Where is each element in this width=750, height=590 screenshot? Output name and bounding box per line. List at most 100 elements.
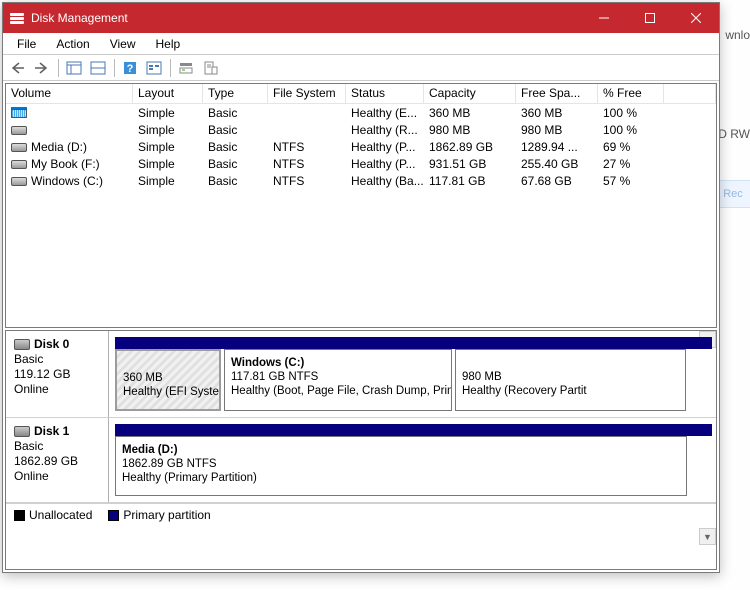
cell-layout: Simple bbox=[133, 123, 203, 137]
disk-label[interactable]: Disk 0 Basic 119.12 GB Online bbox=[6, 331, 109, 417]
disk-label[interactable]: Disk 1 Basic 1862.89 GB Online bbox=[6, 418, 109, 502]
cell-pct-free: 100 % bbox=[598, 106, 664, 120]
cell-pct-free: 100 % bbox=[598, 123, 664, 137]
maximize-button[interactable] bbox=[627, 3, 673, 33]
disk-partitions: 360 MBHealthy (EFI SystemWindows (C:)117… bbox=[109, 331, 716, 417]
cell-status: Healthy (P... bbox=[346, 140, 424, 154]
column-header-layout[interactable]: Layout bbox=[133, 84, 203, 104]
column-headers: VolumeLayoutTypeFile SystemStatusCapacit… bbox=[6, 84, 716, 104]
refresh-icon[interactable] bbox=[143, 57, 165, 79]
disk-icon bbox=[11, 124, 27, 135]
disk-icon bbox=[14, 339, 30, 350]
partition-size: 980 MB bbox=[462, 370, 679, 384]
column-header-capacity[interactable]: Capacity bbox=[424, 84, 516, 104]
cell-free: 255.40 GB bbox=[516, 157, 598, 171]
partition-detail: Healthy (Recovery Partit bbox=[462, 384, 679, 398]
volume-row[interactable]: Windows (C:)SimpleBasicNTFSHealthy (Ba..… bbox=[6, 172, 716, 189]
column-header-file-system[interactable]: File System bbox=[268, 84, 346, 104]
partition-color-bar bbox=[115, 337, 712, 349]
legend-label: Unallocated bbox=[29, 508, 92, 522]
column-header--free[interactable]: % Free bbox=[598, 84, 664, 104]
disk-name: Disk 0 bbox=[34, 337, 69, 351]
scroll-down-button[interactable]: ▼ bbox=[699, 528, 716, 545]
disk-icon bbox=[11, 175, 27, 186]
cell-capacity: 360 MB bbox=[424, 106, 516, 120]
cell-layout: Simple bbox=[133, 157, 203, 171]
toolbar-separator bbox=[167, 57, 173, 79]
cell-free: 1289.94 ... bbox=[516, 140, 598, 154]
cell-capacity: 931.51 GB bbox=[424, 157, 516, 171]
pane-layout1-icon[interactable] bbox=[63, 57, 85, 79]
cell-status: Healthy (P... bbox=[346, 157, 424, 171]
legend: Unallocated Primary partition bbox=[6, 503, 716, 525]
cell-pct-free: 57 % bbox=[598, 174, 664, 188]
legend-item: Unallocated bbox=[14, 508, 92, 522]
cell-capacity: 980 MB bbox=[424, 123, 516, 137]
disk-type: Basic bbox=[14, 439, 100, 454]
disk-icon bbox=[11, 141, 27, 152]
cell-capacity: 1862.89 GB bbox=[424, 140, 516, 154]
disk-type: Basic bbox=[14, 352, 100, 367]
cell-status: Healthy (E... bbox=[346, 106, 424, 120]
legend-item: Primary partition bbox=[108, 508, 210, 522]
partition[interactable]: Windows (C:)117.81 GB NTFSHealthy (Boot,… bbox=[224, 349, 452, 411]
column-header-free-spa-[interactable]: Free Spa... bbox=[516, 84, 598, 104]
disk-management-window: Disk Management FileActionViewHelp ? Vol… bbox=[2, 2, 720, 573]
cell-type: Basic bbox=[203, 157, 268, 171]
partition[interactable]: 980 MBHealthy (Recovery Partit bbox=[455, 349, 686, 411]
disk-icon bbox=[11, 107, 27, 118]
cell-pct-free: 27 % bbox=[598, 157, 664, 171]
menu-help[interactable]: Help bbox=[146, 35, 191, 53]
disk-state: Online bbox=[14, 382, 100, 397]
cell-pct-free: 69 % bbox=[598, 140, 664, 154]
background-badge-fragment: Rec bbox=[715, 180, 750, 208]
cell-layout: Simple bbox=[133, 174, 203, 188]
cell-filesystem: NTFS bbox=[268, 174, 346, 188]
disk-graphic-pane: ▲ Disk 0 Basic 119.12 GB Online 360 MBHe… bbox=[5, 330, 717, 570]
partition-title: Windows (C:) bbox=[231, 356, 445, 370]
svg-text:?: ? bbox=[127, 63, 134, 75]
window-title: Disk Management bbox=[31, 11, 581, 25]
disk-size: 1862.89 GB bbox=[14, 454, 100, 469]
partition-size: 360 MB bbox=[123, 371, 213, 385]
toolbar-separator bbox=[111, 57, 117, 79]
volume-name: Media (D:) bbox=[31, 140, 87, 154]
volume-row[interactable]: Media (D:)SimpleBasicNTFSHealthy (P...18… bbox=[6, 138, 716, 155]
titlebar[interactable]: Disk Management bbox=[3, 3, 719, 33]
partition-size: 1862.89 GB NTFS bbox=[122, 457, 680, 471]
volume-row[interactable]: My Book (F:)SimpleBasicNTFSHealthy (P...… bbox=[6, 155, 716, 172]
toolbar: ? bbox=[3, 55, 719, 81]
detail-icon[interactable] bbox=[175, 57, 197, 79]
volume-rows[interactable]: SimpleBasicHealthy (E...360 MB360 MB100 … bbox=[6, 104, 716, 327]
volume-name: Windows (C:) bbox=[31, 174, 103, 188]
column-header-volume[interactable]: Volume bbox=[6, 84, 133, 104]
cell-type: Basic bbox=[203, 123, 268, 137]
volume-list-pane: VolumeLayoutTypeFile SystemStatusCapacit… bbox=[5, 83, 717, 328]
volume-row[interactable]: SimpleBasicHealthy (R...980 MB980 MB100 … bbox=[6, 121, 716, 138]
column-header-status[interactable]: Status bbox=[346, 84, 424, 104]
back-arrow-icon[interactable] bbox=[7, 57, 29, 79]
pane-layout2-icon[interactable] bbox=[87, 57, 109, 79]
menu-file[interactable]: File bbox=[7, 35, 46, 53]
volume-row[interactable]: SimpleBasicHealthy (E...360 MB360 MB100 … bbox=[6, 104, 716, 121]
help-icon[interactable]: ? bbox=[119, 57, 141, 79]
legend-label: Primary partition bbox=[123, 508, 210, 522]
menu-view[interactable]: View bbox=[100, 35, 146, 53]
partition[interactable]: Media (D:)1862.89 GB NTFSHealthy (Primar… bbox=[115, 436, 687, 496]
forward-arrow-icon[interactable] bbox=[31, 57, 53, 79]
partition-detail: Healthy (Boot, Page File, Crash Dump, Pr… bbox=[231, 384, 445, 398]
menu-action[interactable]: Action bbox=[46, 35, 99, 53]
volume-name: My Book (F:) bbox=[31, 157, 100, 171]
properties-icon[interactable] bbox=[199, 57, 221, 79]
disk-icon bbox=[14, 426, 30, 437]
cell-capacity: 117.81 GB bbox=[424, 174, 516, 188]
cell-filesystem: NTFS bbox=[268, 140, 346, 154]
close-button[interactable] bbox=[673, 3, 719, 33]
cell-type: Basic bbox=[203, 140, 268, 154]
column-header-type[interactable]: Type bbox=[203, 84, 268, 104]
cell-free: 360 MB bbox=[516, 106, 598, 120]
background-text-fragment: wnlo bbox=[725, 28, 750, 42]
partition[interactable]: 360 MBHealthy (EFI System bbox=[115, 349, 221, 411]
column-header-spacer bbox=[664, 84, 716, 104]
minimize-button[interactable] bbox=[581, 3, 627, 33]
